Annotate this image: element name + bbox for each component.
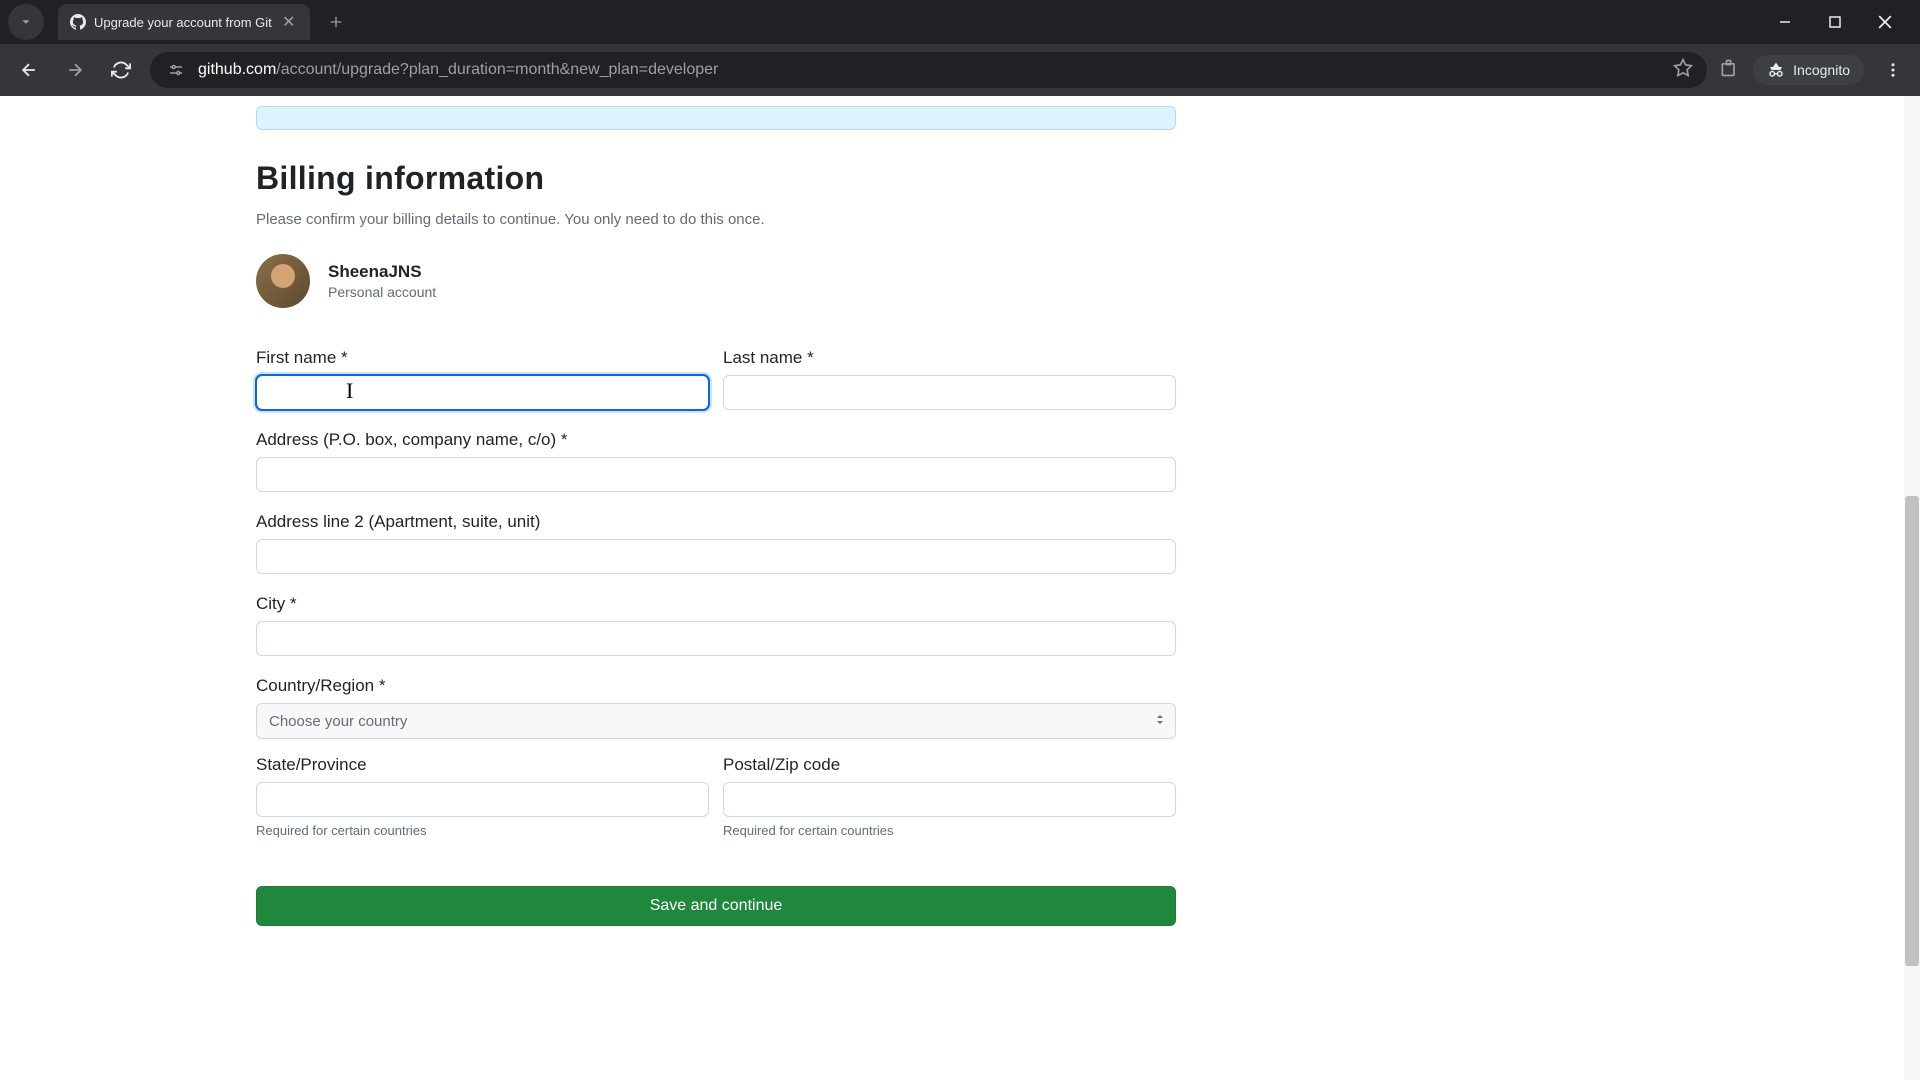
browser-menu-button[interactable] <box>1878 61 1908 79</box>
arrow-left-icon <box>19 60 39 80</box>
incognito-icon <box>1767 61 1785 79</box>
back-button[interactable] <box>12 53 46 87</box>
postal-help-text: Required for certain countries <box>723 823 1176 838</box>
kebab-icon <box>1884 61 1902 79</box>
tab-close-button[interactable]: ✕ <box>280 13 298 31</box>
url-domain: github.com <box>198 61 276 78</box>
extensions-button[interactable] <box>1719 58 1739 83</box>
puzzle-icon <box>1719 58 1739 78</box>
postal-label: Postal/Zip code <box>723 755 1176 775</box>
url-path: /account/upgrade?plan_duration=month&new… <box>276 61 718 78</box>
url-text: github.com/account/upgrade?plan_duration… <box>198 61 1663 79</box>
close-button[interactable] <box>1870 7 1900 37</box>
minimize-icon <box>1779 16 1791 28</box>
account-type: Personal account <box>328 284 436 300</box>
maximize-icon <box>1829 16 1841 28</box>
account-summary: SheenaJNS Personal account <box>256 254 1176 308</box>
search-tabs-button[interactable] <box>8 4 44 40</box>
address2-input[interactable] <box>256 539 1176 574</box>
address-label: Address (P.O. box, company name, c/o) * <box>256 430 1176 450</box>
browser-tab[interactable]: Upgrade your account from Git ✕ <box>58 4 310 40</box>
tune-icon <box>167 61 185 79</box>
save-continue-button[interactable]: Save and continue <box>256 886 1176 926</box>
url-bar: github.com/account/upgrade?plan_duration… <box>0 44 1920 96</box>
account-username: SheenaJNS <box>328 262 436 282</box>
site-info-button[interactable] <box>164 58 188 82</box>
reload-icon <box>111 60 131 80</box>
address-bar[interactable]: github.com/account/upgrade?plan_duration… <box>150 52 1707 88</box>
first-name-label: First name * <box>256 348 709 368</box>
browser-chrome: Upgrade your account from Git ✕ <box>0 0 1920 96</box>
close-icon <box>1878 15 1892 29</box>
address-input[interactable] <box>256 457 1176 492</box>
page-content: Billing information Please confirm your … <box>256 96 1176 926</box>
plus-icon <box>329 15 343 29</box>
address2-label: Address line 2 (Apartment, suite, unit) <box>256 512 1176 532</box>
tab-title: Upgrade your account from Git <box>94 15 272 30</box>
city-label: City * <box>256 594 1176 614</box>
last-name-label: Last name * <box>723 348 1176 368</box>
state-label: State/Province <box>256 755 709 775</box>
incognito-label: Incognito <box>1793 62 1850 78</box>
last-name-input[interactable] <box>723 375 1176 410</box>
page-subtitle: Please confirm your billing details to c… <box>256 211 1176 228</box>
minimize-button[interactable] <box>1770 7 1800 37</box>
github-favicon-icon <box>70 14 86 30</box>
tab-bar: Upgrade your account from Git ✕ <box>0 0 1920 44</box>
incognito-badge[interactable]: Incognito <box>1753 55 1864 85</box>
maximize-button[interactable] <box>1820 7 1850 37</box>
info-banner <box>256 106 1176 130</box>
bookmark-button[interactable] <box>1673 58 1693 83</box>
select-arrow-icon <box>1155 713 1165 730</box>
country-label: Country/Region * <box>256 676 1176 696</box>
state-input[interactable] <box>256 782 709 817</box>
scrollbar-track[interactable] <box>1904 96 1920 1080</box>
city-input[interactable] <box>256 621 1176 656</box>
reload-button[interactable] <box>104 53 138 87</box>
forward-button[interactable] <box>58 53 92 87</box>
star-icon <box>1673 58 1693 78</box>
avatar <box>256 254 310 308</box>
state-help-text: Required for certain countries <box>256 823 709 838</box>
new-tab-button[interactable] <box>322 8 350 36</box>
postal-input[interactable] <box>723 782 1176 817</box>
page-title: Billing information <box>256 160 1176 197</box>
chevron-down-icon <box>19 15 33 29</box>
scrollbar-thumb[interactable] <box>1905 496 1919 966</box>
arrow-right-icon <box>65 60 85 80</box>
country-select-value: Choose your country <box>269 713 407 730</box>
page-viewport: Billing information Please confirm your … <box>0 96 1920 1080</box>
first-name-input[interactable] <box>256 375 709 410</box>
window-controls <box>1770 7 1912 37</box>
country-select[interactable]: Choose your country <box>256 703 1176 739</box>
